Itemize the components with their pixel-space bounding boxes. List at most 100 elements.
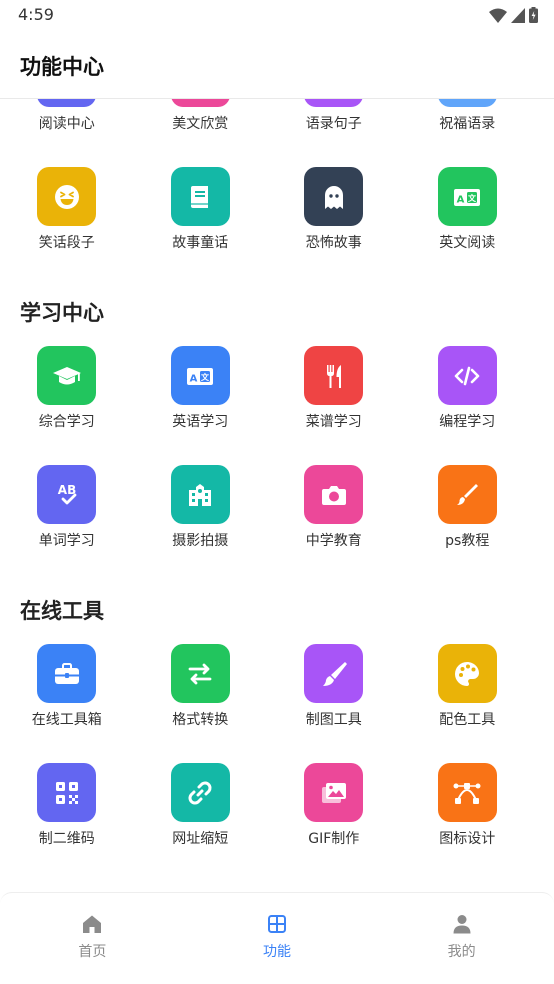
swap-arrows-icon (170, 644, 230, 703)
feature-tile[interactable]: A 文英文阅读 (401, 163, 535, 282)
feature-label: 单词学习 (38, 533, 95, 549)
feature-tile[interactable]: 制图工具 (267, 640, 401, 759)
status-icons (489, 7, 538, 23)
svg-text:文: 文 (201, 372, 210, 382)
section-0: 阅读中心 美文欣赏 语录句子 祝福语录笑话段子 故事童话 恐怖故事 A 文英文阅读 (0, 99, 554, 282)
battery-icon (529, 7, 538, 23)
tab-2[interactable]: 我的 (369, 893, 554, 984)
feature-label: 编程学习 (439, 414, 496, 430)
utensils-icon (304, 346, 364, 405)
content-scroll-area[interactable]: 阅读中心 美文欣赏 语录句子 祝福语录 笑话段子 故事童话 恐怖故事 A 文英文阅读 学习中心 综合… (0, 99, 554, 892)
tab-label: 我的 (447, 944, 476, 960)
feature-tile[interactable]: 笑话段子 (0, 163, 134, 282)
tab-1[interactable]: 功能 (185, 893, 370, 984)
feature-grid: 阅读中心 美文欣赏 语录句子 祝福语录笑话段子 故事童话 恐怖故事 A 文英文阅读 (0, 99, 554, 282)
qrcode-icon (37, 763, 97, 822)
grid-icon (266, 913, 288, 935)
svg-text:文: 文 (468, 193, 477, 203)
bezier-curve-icon (437, 763, 497, 822)
toolbox-icon (37, 644, 97, 703)
feature-label: 网址缩短 (172, 831, 229, 847)
section-title: 在线工具 (20, 599, 104, 623)
spellcheck-icon: AB (37, 465, 97, 524)
feature-tile[interactable]: 摄影拍摄 (134, 461, 268, 580)
feature-tile[interactable]: 祝福语录 (401, 99, 535, 163)
feature-label: 菜谱学习 (305, 414, 362, 430)
graduation-cap-icon (37, 346, 97, 405)
feature-grid: 综合学习 A 文英语学习 菜谱学习 编程学习 AB 单词学习 摄影拍摄 中学教育 ps教程 (0, 342, 554, 580)
palette-icon (437, 644, 497, 703)
svg-text:A: A (190, 373, 198, 384)
feature-tile[interactable]: 制二维码 (0, 759, 134, 878)
feature-tile[interactable]: 编程学习 (401, 342, 535, 461)
feature-label: 英语学习 (172, 414, 229, 430)
signal-icon (511, 7, 525, 23)
feature-label: 笑话段子 (38, 235, 95, 251)
storybook-icon (170, 167, 230, 226)
feature-label: 在线工具箱 (31, 712, 102, 728)
section-2: 在线工具在线工具箱 格式转换 制图工具 配色工具制二维码 网址缩短 GIF制作 图标设计 (0, 580, 554, 878)
feature-label: 中学教育 (305, 533, 362, 549)
feature-tile[interactable]: 菜谱学习 (267, 342, 401, 461)
wifi-icon (489, 8, 507, 23)
tab-label: 首页 (78, 944, 107, 960)
feature-tile[interactable]: 美文欣赏 (134, 99, 268, 163)
feature-label: 制二维码 (38, 831, 95, 847)
quote-icon (304, 99, 364, 107)
feature-tile[interactable]: 中学教育 (267, 461, 401, 580)
translate-icon: A文 (437, 167, 497, 226)
ghost-icon (304, 167, 364, 226)
tab-label: 功能 (263, 944, 291, 960)
feature-tile[interactable]: A 文英语学习 (134, 342, 268, 461)
feature-label: 配色工具 (439, 712, 496, 728)
feature-tile[interactable]: 在线工具箱 (0, 640, 134, 759)
feature-label: 格式转换 (172, 712, 229, 728)
app-header: 功能中心 (0, 32, 554, 99)
images-icon (304, 763, 364, 822)
school-building-icon (170, 465, 230, 524)
feature-tile[interactable]: 阅读中心 (0, 99, 134, 163)
paintbrush-icon (304, 644, 364, 703)
section-1: 学习中心 综合学习 A 文英语学习 菜谱学习 编程学习 AB 单词学习 摄影拍摄 中学教育 ps教程 (0, 282, 554, 580)
feature-label: 图标设计 (439, 831, 496, 847)
sections-container: 阅读中心 美文欣赏 语录句子 祝福语录 笑话段子 故事童话 恐怖故事 A 文英文阅读 学习中心 综合… (0, 99, 554, 878)
feature-label: 美文欣赏 (172, 116, 229, 132)
status-bar: 4:59 (0, 0, 554, 32)
book-icon (37, 99, 97, 107)
page-title: 功能中心 (20, 55, 104, 79)
feature-tile[interactable]: 网址缩短 (134, 759, 268, 878)
link-icon (170, 763, 230, 822)
feature-label: 故事童话 (172, 235, 229, 251)
feature-grid: 在线工具箱 格式转换 制图工具 配色工具制二维码 网址缩短 GIF制作 图标设计 (0, 640, 554, 878)
user-icon (451, 913, 473, 935)
feature-tile[interactable]: GIF制作 (267, 759, 401, 878)
feature-tile[interactable]: 综合学习 (0, 342, 134, 461)
heart-icon (170, 99, 230, 107)
svg-text:A: A (457, 194, 465, 205)
translate-icon: A文 (170, 346, 230, 405)
feature-tile[interactable]: 图标设计 (401, 759, 535, 878)
section-title: 学习中心 (20, 301, 104, 325)
feature-label: 英文阅读 (439, 235, 496, 251)
feature-tile[interactable]: 故事童话 (134, 163, 268, 282)
brush-icon (437, 465, 497, 524)
feature-label: 综合学习 (38, 414, 95, 430)
feature-label: 摄影拍摄 (172, 533, 229, 549)
feature-label: 制图工具 (305, 712, 362, 728)
feature-label: 恐怖故事 (305, 235, 362, 251)
feature-label: 祝福语录 (439, 116, 496, 132)
feature-tile[interactable]: 恐怖故事 (267, 163, 401, 282)
feature-tile[interactable]: 格式转换 (134, 640, 268, 759)
feature-label: ps教程 (445, 533, 490, 549)
code-icon (437, 346, 497, 405)
status-time: 4:59 (18, 5, 54, 24)
bottom-tabbar: 首页 功能 我的 (0, 892, 554, 984)
feature-tile[interactable]: 配色工具 (401, 640, 535, 759)
feature-tile[interactable]: 语录句子 (267, 99, 401, 163)
tab-0[interactable]: 首页 (0, 893, 185, 984)
feature-label: 阅读中心 (38, 116, 95, 132)
feature-tile[interactable]: ps教程 (401, 461, 535, 580)
home-icon (81, 913, 103, 935)
camera-icon (304, 465, 364, 524)
feature-tile[interactable]: AB 单词学习 (0, 461, 134, 580)
